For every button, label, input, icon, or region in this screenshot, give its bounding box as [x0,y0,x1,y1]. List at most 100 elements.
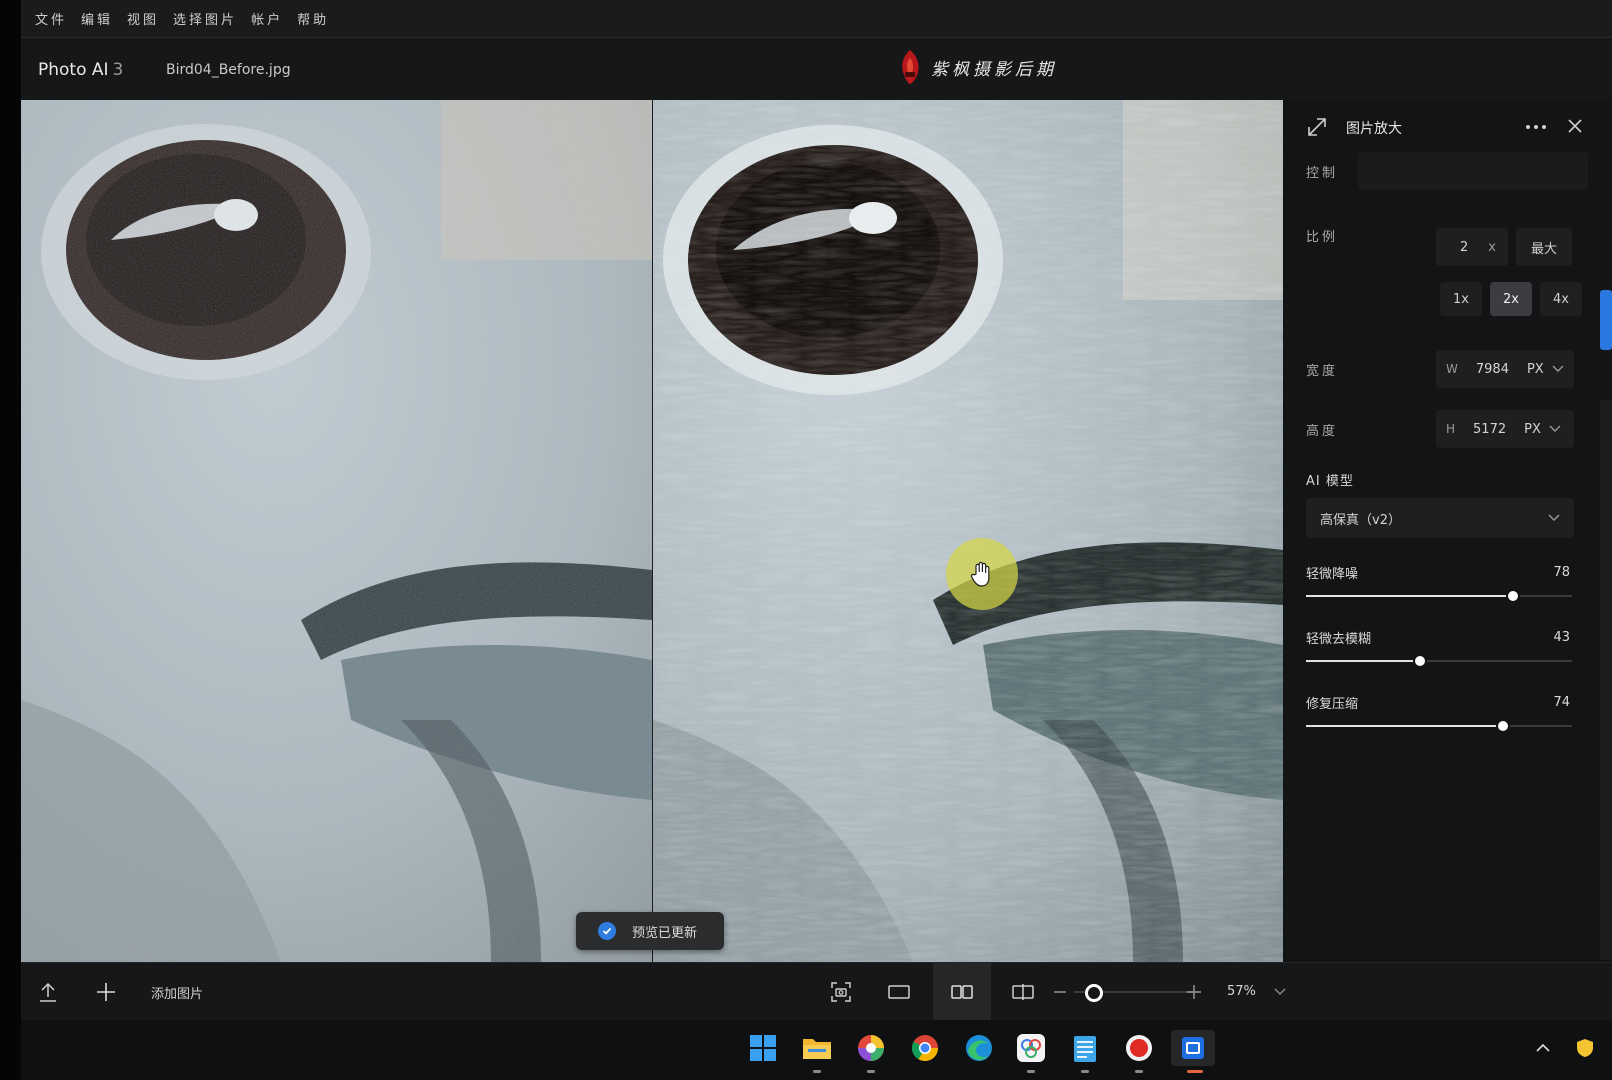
windows-start-icon[interactable] [745,1030,781,1066]
app-header: Photo AI 3 Bird04_Before.jpg 紫枫摄影后期 [21,38,1612,100]
menu-view[interactable]: 视图 [127,9,159,28]
fix-compression-value: 74 [1553,695,1570,710]
screen-recorder-icon[interactable] [1121,1030,1157,1066]
fit-view-button[interactable] [821,963,861,1021]
taskbar-indicator [813,1070,821,1073]
height-value: 5172 [1473,421,1507,437]
menu-file[interactable]: 文件 [35,9,67,28]
panel-scrollbar-thumb[interactable] [1600,290,1612,350]
control-label: 控制 [1306,166,1339,181]
taskbar-indicator [1135,1070,1143,1073]
minus-icon [1054,991,1066,993]
ai-model-value: 高保真（v2） [1320,512,1401,528]
preview-updated-toast: 预览已更新 [576,912,724,950]
photos-app-icon[interactable] [1013,1030,1049,1066]
export-button[interactable] [35,963,61,1021]
ai-model-select[interactable]: 高保真（v2） [1306,498,1574,538]
add-image-button[interactable] [95,963,117,1021]
zoom-out-button[interactable] [1051,963,1069,1021]
menu-bar: 文件 编辑 视图 选择图片 帐户 帮助 [21,0,1612,38]
slider-handle[interactable] [1506,589,1521,603]
check-icon [598,922,616,940]
scale-input[interactable]: 2 x [1436,228,1508,266]
deblur-label: 轻微去模糊 [1306,632,1372,647]
menu-help[interactable]: 帮助 [297,9,329,28]
zoom-dropdown-button[interactable] [1271,963,1289,1021]
bottom-toolbar: 添加图片 57% [21,962,1612,1021]
pan-hand-cursor-icon [946,538,1018,610]
height-unit: PX [1524,421,1541,437]
noise-reduction-slider[interactable] [1306,589,1572,603]
tray-expand-icon[interactable] [1531,1030,1555,1066]
chrome-icon[interactable] [907,1030,943,1066]
slider-fill [1306,595,1514,597]
noise-reduction-value: 78 [1553,565,1570,580]
panel-title: 图片放大 [1346,121,1402,137]
deblur-value: 43 [1553,630,1570,645]
expand-icon [1308,118,1326,136]
preset-4x-button[interactable]: 4x [1540,282,1582,316]
image-canvas[interactable]: 预览已更新 [21,100,1283,962]
menu-account[interactable]: 帐户 [251,9,283,28]
height-label: 高度 [1306,424,1339,439]
after-image[interactable] [653,100,1283,962]
max-scale-button[interactable]: 最大 [1516,228,1572,266]
add-image-label[interactable]: 添加图片 [151,983,203,1002]
screen-edge [0,0,21,1080]
menu-select-image[interactable]: 选择图片 [173,9,237,28]
chevron-down-icon [1548,514,1560,521]
photo-ai-taskbar-icon[interactable] [1171,1030,1215,1066]
plus-icon [1187,985,1201,999]
height-prefix: H [1446,422,1456,436]
security-shield-icon[interactable] [1573,1030,1597,1066]
close-panel-icon[interactable] [1566,117,1584,135]
slider-fill [1306,660,1421,662]
fix-compression-slider[interactable] [1306,719,1572,733]
scale-label: 比例 [1306,230,1339,245]
focus-frame-icon [831,982,851,1002]
notepad-icon[interactable] [1067,1030,1103,1066]
zoom-in-button[interactable] [1185,963,1203,1021]
zoom-level[interactable]: 57% [1227,984,1256,999]
single-view-button[interactable] [879,963,919,1021]
chevron-down-icon [1274,988,1286,995]
upload-icon [40,982,56,1002]
app-title: Photo AI 3 [38,60,123,80]
single-view-icon [888,985,910,999]
slider-handle[interactable] [1413,654,1428,668]
app-name: Photo AI [38,60,109,80]
menu-edit[interactable]: 编辑 [81,9,113,28]
width-input[interactable]: W 7984 PX [1436,350,1574,388]
edge-icon[interactable] [961,1030,997,1066]
upscale-panel: 图片放大 控制 比例 2 x 最大 1x 2x 4x 宽度 W 7984 PX … [1284,100,1596,962]
watermark-logo-icon [902,50,919,84]
chevron-down-icon [1549,425,1561,432]
watermark: 紫枫摄影后期 [899,48,1057,86]
split-view-button[interactable] [1003,963,1043,1021]
plus-icon [97,983,115,1001]
split-view-icon [1012,984,1034,1000]
file-explorer-icon[interactable] [799,1030,835,1066]
os-taskbar [21,1020,1612,1080]
side-by-side-view-button[interactable] [933,963,991,1021]
deblur-slider[interactable] [1306,654,1572,668]
before-image[interactable] [21,100,652,962]
preset-2x-button[interactable]: 2x [1490,282,1532,316]
color-app-icon[interactable] [853,1030,889,1066]
taskbar-indicator [867,1070,875,1073]
preset-1x-button[interactable]: 1x [1440,282,1482,316]
panel-scrollbar-rail [1600,400,1612,960]
more-options-icon[interactable] [1524,120,1548,134]
width-label: 宽度 [1306,364,1339,379]
noise-reduction-label: 轻微降噪 [1306,567,1359,582]
side-by-side-icon [951,985,973,999]
slider-handle[interactable] [1495,719,1510,733]
file-name: Bird04_Before.jpg [166,62,291,78]
control-field[interactable] [1358,152,1588,190]
height-input[interactable]: H 5172 PX [1436,410,1574,448]
width-value: 7984 [1475,361,1509,377]
chevron-down-icon [1552,365,1564,372]
fix-compression-label: 修复压缩 [1306,697,1359,712]
zoom-slider-handle[interactable] [1085,984,1103,1002]
scale-suffix: x [1488,239,1496,255]
